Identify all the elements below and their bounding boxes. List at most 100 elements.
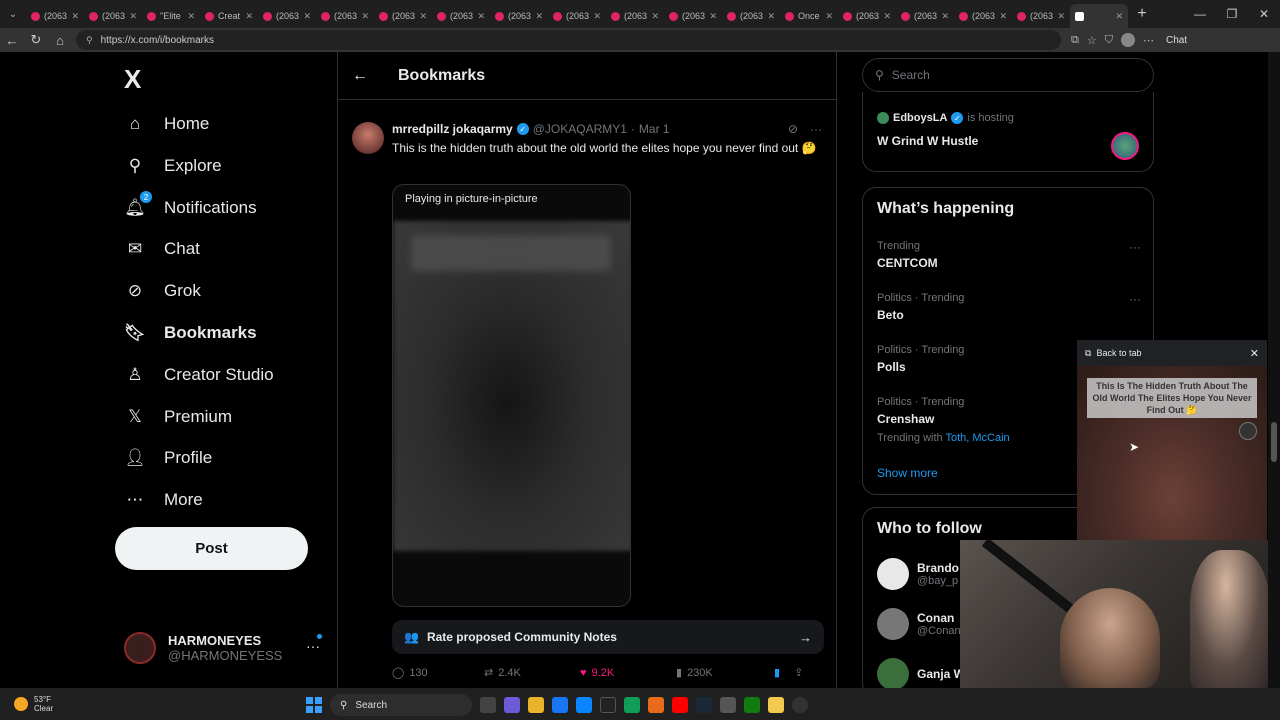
tweet-author-name[interactable]: mrredpillz jokaqarmy (392, 122, 513, 136)
reply-button[interactable]: ◯ 130 (392, 666, 484, 680)
like-button[interactable]: ♥ 9.2K (580, 667, 676, 679)
vlc-icon[interactable] (648, 697, 664, 713)
close-tab-icon[interactable]: ✕ (825, 11, 833, 22)
close-tab-icon[interactable]: ✕ (71, 11, 79, 22)
close-tab-icon[interactable]: ✕ (651, 11, 659, 22)
close-tab-icon[interactable]: ✕ (477, 11, 485, 22)
browser-tab[interactable]: (2063 ✕ (664, 4, 722, 28)
close-tab-icon[interactable]: ✕ (767, 11, 775, 22)
more-dots-icon[interactable]: ··· (810, 122, 822, 136)
tab-list-chevron-icon[interactable]: ⌄ (0, 0, 26, 28)
more-dots-icon[interactable]: ··· (1129, 292, 1141, 306)
nav-item-bookmarks[interactable]: 🔖︎ Bookmarks (124, 318, 256, 348)
trend-item[interactable]: Politics · Trending Beto ··· (877, 292, 1141, 322)
file-explorer-icon[interactable] (528, 697, 544, 713)
nav-item-chat[interactable]: ✉ Chat (124, 234, 200, 264)
app-icon[interactable] (720, 697, 736, 713)
youtube-icon[interactable] (672, 697, 688, 713)
grok-icon[interactable]: ⊘ (788, 122, 798, 136)
live-space-card[interactable]: EdboysLA ✓ is hosting W Grind W Hustle (862, 92, 1154, 172)
tweet-date[interactable]: Mar 1 (639, 122, 670, 136)
notes-icon[interactable] (768, 697, 784, 713)
close-tab-icon[interactable]: ✕ (303, 11, 311, 22)
browser-tab[interactable]: (2063 ✕ (548, 4, 606, 28)
nav-item-home[interactable]: ⌂ Home (124, 109, 210, 139)
close-tab-icon[interactable]: ✕ (1057, 11, 1065, 22)
close-tab-icon[interactable]: ✕ (245, 11, 253, 22)
page-scrollbar[interactable] (1268, 52, 1280, 688)
browser-tab[interactable]: (2063 ✕ (722, 4, 780, 28)
nav-item-profile[interactable]: 👤︎ Profile (124, 443, 212, 473)
close-tab-icon[interactable]: ✕ (187, 11, 195, 22)
x-logo-icon[interactable]: X (124, 64, 141, 95)
obs-icon[interactable] (792, 697, 808, 713)
minimize-button[interactable]: — (1184, 7, 1216, 21)
trend-item[interactable]: Trending CENTCOM ··· (877, 240, 1141, 270)
tweet-video[interactable]: Playing in picture-in-picture (392, 184, 631, 607)
post-button[interactable]: Post (115, 527, 308, 570)
share-button[interactable]: ⇪ (794, 666, 803, 679)
browser-tab[interactable]: (2063 ✕ (316, 4, 374, 28)
more-dots-icon[interactable]: ··· (1129, 240, 1141, 254)
chrome-icon[interactable] (624, 697, 640, 713)
views-button[interactable]: ▮ 230K (676, 666, 774, 680)
close-tab-icon[interactable]: ✕ (999, 11, 1007, 22)
search-box[interactable]: ⚲ (862, 58, 1154, 92)
picture-in-picture-window[interactable]: ⧉ Back to tab ✕ This Is The Hidden Truth… (1077, 340, 1267, 540)
avatar[interactable] (877, 558, 909, 590)
space-live-avatar[interactable] (1111, 132, 1139, 160)
close-tab-icon[interactable]: ✕ (129, 11, 137, 22)
facebook-icon[interactable] (552, 697, 568, 713)
browser-tab[interactable]: (2063 ✕ (838, 4, 896, 28)
space-host-name[interactable]: EdboysLA (893, 112, 947, 124)
close-window-button[interactable]: ✕ (1248, 7, 1280, 21)
tweet-author-handle[interactable]: @JOKAQARMY1 (533, 122, 627, 136)
home-icon[interactable]: ⌂ (48, 33, 72, 48)
steam-icon[interactable] (696, 697, 712, 713)
close-icon[interactable]: ✕ (1250, 347, 1259, 360)
back-arrow-icon[interactable]: ← (352, 67, 374, 85)
close-tab-icon[interactable]: ✕ (419, 11, 427, 22)
browser-tab[interactable]: (2063 ✕ (374, 4, 432, 28)
browser-tab[interactable]: (2063 ✕ (84, 4, 142, 28)
close-tab-icon[interactable]: ✕ (883, 11, 891, 22)
back-arrow-icon[interactable]: ← (0, 33, 24, 48)
tweet[interactable]: mrredpillz jokaqarmy ✓ @JOKAQARMY1 · Mar… (338, 112, 836, 688)
new-tab-button[interactable]: + (1128, 5, 1156, 23)
profile-avatar[interactable] (1120, 33, 1135, 47)
nav-item-more[interactable]: ⋯ More (124, 485, 203, 515)
close-tab-icon[interactable]: ✕ (361, 11, 369, 22)
extensions-icon[interactable]: ⧉ (1071, 34, 1079, 47)
browser-tab[interactable]: (2063 ✕ (26, 4, 84, 28)
reload-icon[interactable]: ↻ (24, 32, 48, 48)
browser-tab[interactable]: (2063 ✕ (896, 4, 954, 28)
scrollbar-thumb[interactable] (1271, 422, 1277, 462)
chat-button[interactable]: Chat (1166, 35, 1187, 46)
browser-tab[interactable]: (2063 ✕ (1012, 4, 1070, 28)
edge-icon[interactable] (576, 697, 592, 713)
browser-tab[interactable]: "Elite ✕ (142, 4, 200, 28)
close-tab-icon[interactable]: ✕ (709, 11, 717, 22)
nav-item-creator-studio[interactable]: ♙ Creator Studio (124, 360, 273, 390)
address-bar[interactable]: ⚲ https://x.com/i/bookmarks (76, 30, 1061, 50)
task-view-icon[interactable] (480, 697, 496, 713)
nav-item-explore[interactable]: ⚲ Explore (124, 151, 222, 181)
community-notes-button[interactable]: 👥 Rate proposed Community Notes → (392, 620, 824, 654)
calculator-icon[interactable] (600, 697, 616, 713)
back-to-tab-button[interactable]: ⧉ Back to tab (1085, 348, 1141, 359)
nav-item-notifications[interactable]: 🔔︎ 2 Notifications (124, 191, 257, 223)
browser-tab[interactable]: (2063 ✕ (432, 4, 490, 28)
account-switcher[interactable]: HARMONEYES @HARMONEYESS ··· (124, 630, 324, 666)
avatar[interactable] (877, 608, 909, 640)
site-info-icon[interactable]: ⚲ (86, 35, 93, 46)
browser-tab[interactable]: (2063 ✕ (954, 4, 1012, 28)
weather-widget[interactable]: 53°F Clear (14, 695, 53, 713)
favorites-icon[interactable]: ☆ (1087, 34, 1097, 47)
show-more-link[interactable]: Show more (877, 466, 938, 480)
close-tab-icon[interactable]: ✕ (941, 11, 949, 22)
close-tab-icon[interactable]: ✕ (1115, 11, 1123, 22)
shield-icon[interactable]: ⛉ (1105, 34, 1113, 47)
windows-start-icon[interactable] (306, 697, 322, 713)
browser-tab[interactable]: (2063 ✕ (606, 4, 664, 28)
trend-related-names[interactable]: Toth, McCain (945, 432, 1009, 444)
